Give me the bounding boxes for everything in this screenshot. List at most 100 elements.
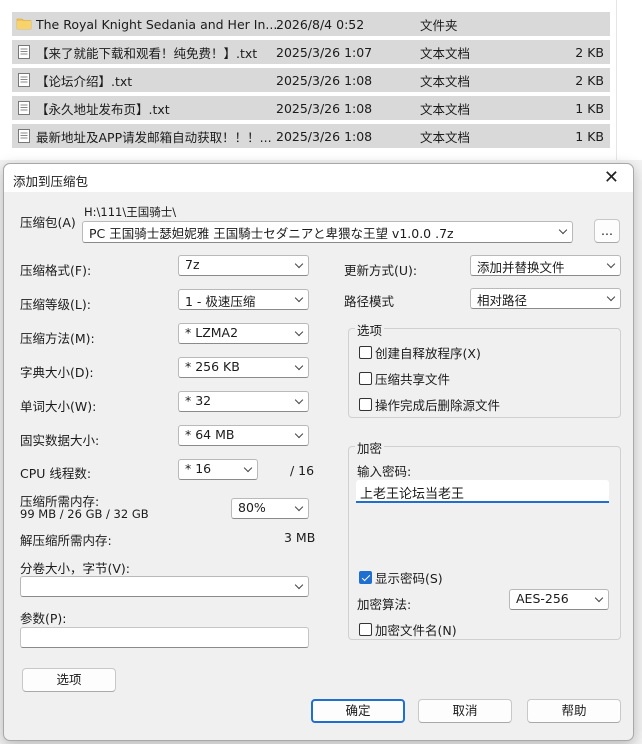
cancel-button[interactable]: 取消 bbox=[418, 699, 512, 723]
split-select[interactable] bbox=[20, 576, 309, 597]
checkbox-box[interactable] bbox=[359, 346, 372, 359]
checkbox-box[interactable] bbox=[359, 398, 372, 411]
format-value: 7z bbox=[185, 257, 200, 272]
word-select[interactable]: * 32 bbox=[178, 391, 309, 412]
file-row[interactable]: 【来了就能下载和观看！纯免费！】.txt 2025/3/26 1:07 文本文档… bbox=[12, 40, 610, 64]
options-group: 选项 创建自释放程序(X) 压缩共享文件 操作完成后删除源文件 bbox=[348, 320, 621, 418]
file-date: 2025/3/26 1:07 bbox=[276, 44, 373, 60]
file-row[interactable]: 【永久地址发布页】.txt 2025/3/26 1:08 文本文档 1 KB bbox=[12, 96, 610, 120]
chevron-down-icon bbox=[294, 329, 304, 339]
options-button[interactable]: 选项 bbox=[22, 668, 116, 692]
chevron-down-icon bbox=[558, 227, 568, 237]
encryption-group: 加密 输入密码: 显示密码(S) 加密算法: AES-256 加密文件名(N) bbox=[348, 438, 621, 640]
level-select[interactable]: 1 - 极速压缩 bbox=[178, 289, 309, 310]
decomp-value: 3 MB bbox=[284, 530, 316, 545]
cpu-select[interactable]: * 16 bbox=[178, 459, 258, 480]
file-date: 2025/3/26 1:08 bbox=[276, 100, 373, 116]
show-password-checkbox[interactable]: 显示密码(S) bbox=[359, 568, 443, 587]
text-file-icon bbox=[18, 73, 30, 87]
ok-button[interactable]: 确定 bbox=[311, 699, 405, 723]
file-type: 文本文档 bbox=[420, 129, 471, 145]
chevron-down-icon bbox=[294, 582, 304, 592]
solid-select[interactable]: * 64 MB bbox=[178, 425, 309, 446]
file-type: 文本文档 bbox=[420, 73, 471, 89]
close-icon[interactable]: ✕ bbox=[604, 167, 619, 188]
checkbox-box[interactable] bbox=[359, 623, 372, 636]
file-date: 2025/3/26 1:08 bbox=[276, 72, 373, 88]
solid-value: * 64 MB bbox=[185, 427, 235, 442]
file-type: 文本文档 bbox=[420, 101, 471, 117]
checkbox-box[interactable] bbox=[359, 372, 372, 385]
chevron-down-icon bbox=[594, 595, 604, 605]
archive-path: H:\111\王国骑士\ bbox=[84, 205, 177, 219]
method-label: 压缩方法(M): bbox=[20, 331, 95, 346]
format-select[interactable]: 7z bbox=[178, 255, 309, 276]
mem-percent-select[interactable]: 80% bbox=[231, 498, 309, 519]
level-label: 压缩等级(L): bbox=[20, 297, 91, 312]
update-label: 更新方式(U): bbox=[344, 263, 418, 278]
file-row[interactable]: 最新地址及APP请发邮箱自动获取！！！... 2025/3/26 1:08 文本… bbox=[12, 124, 610, 148]
options-group-title: 选项 bbox=[355, 320, 385, 339]
cpu-label: CPU 线程数: bbox=[20, 466, 92, 481]
enc-method-select[interactable]: AES-256 bbox=[509, 589, 609, 610]
encrypt-names-checkbox[interactable]: 加密文件名(N) bbox=[359, 620, 457, 639]
method-select[interactable]: * LZMA2 bbox=[178, 323, 309, 344]
file-row[interactable]: 【论坛介绍】.txt 2025/3/26 1:08 文本文档 2 KB bbox=[12, 68, 610, 92]
title-bar: 添加到压缩包 ✕ bbox=[4, 164, 633, 192]
archive-name-value: PC 王国骑士瑟妲妮雅 王国騎士セダニアと卑猥な王望 v1.0.0 .7z bbox=[89, 226, 454, 241]
help-button[interactable]: 帮助 bbox=[527, 699, 621, 723]
file-type: 文本文档 bbox=[420, 45, 471, 61]
solid-label: 固实数据大小: bbox=[20, 433, 100, 448]
file-date: 2026/8/4 0:52 bbox=[276, 16, 365, 32]
params-input[interactable] bbox=[20, 627, 309, 648]
update-select[interactable]: 添加并替换文件 bbox=[470, 255, 621, 276]
chevron-down-icon bbox=[294, 261, 304, 271]
file-type: 文件夹 bbox=[420, 17, 458, 33]
mem-percent-value: 80% bbox=[238, 500, 266, 515]
update-value: 添加并替换文件 bbox=[477, 260, 565, 275]
method-value: * LZMA2 bbox=[185, 325, 239, 340]
archive-name-combo[interactable]: PC 王国骑士瑟妲妮雅 王国騎士セダニアと卑猥な王望 v1.0.0 .7z bbox=[82, 221, 573, 243]
shared-label: 压缩共享文件 bbox=[375, 372, 451, 387]
archive-label: 压缩包(A) bbox=[20, 215, 76, 230]
file-date: 2025/3/26 1:08 bbox=[276, 128, 373, 144]
password-input[interactable]: 上老王论坛当老王 bbox=[356, 480, 609, 503]
file-size: 2 KB bbox=[575, 44, 604, 60]
file-list: The Royal Knight Sedania and Her In... 2… bbox=[0, 0, 642, 160]
pathmode-select[interactable]: 相对路径 bbox=[470, 288, 621, 309]
encryption-group-title: 加密 bbox=[355, 438, 385, 457]
browse-button[interactable]: ... bbox=[594, 219, 620, 243]
file-size: 1 KB bbox=[575, 100, 604, 116]
chevron-down-icon bbox=[606, 294, 616, 304]
dict-label: 字典大小(D): bbox=[20, 365, 94, 380]
scrollbar-strip bbox=[616, 0, 642, 160]
checkbox-checked[interactable] bbox=[359, 571, 372, 584]
pathmode-value: 相对路径 bbox=[477, 293, 528, 308]
chevron-down-icon bbox=[294, 397, 304, 407]
text-file-icon bbox=[18, 129, 30, 143]
sfx-checkbox[interactable]: 创建自释放程序(X) bbox=[359, 343, 481, 362]
chevron-down-icon bbox=[243, 465, 253, 475]
format-label: 压缩格式(F): bbox=[20, 263, 92, 278]
dialog-title: 添加到压缩包 bbox=[13, 174, 89, 189]
chevron-down-icon bbox=[606, 261, 616, 271]
enc-method-value: AES-256 bbox=[516, 591, 569, 606]
split-label: 分卷大小，字节(V): bbox=[20, 561, 131, 576]
file-size: 2 KB bbox=[575, 72, 604, 88]
dict-value: * 256 KB bbox=[185, 359, 240, 374]
encrypt-names-label: 加密文件名(N) bbox=[375, 623, 457, 638]
text-file-icon bbox=[18, 101, 30, 115]
file-size: 1 KB bbox=[575, 128, 604, 144]
text-file-icon bbox=[18, 45, 30, 59]
delete-source-checkbox[interactable]: 操作完成后删除源文件 bbox=[359, 395, 500, 414]
level-value: 1 - 极速压缩 bbox=[185, 294, 256, 309]
pathmode-label: 路径模式 bbox=[344, 294, 395, 309]
word-label: 单词大小(W): bbox=[20, 399, 97, 414]
password-label: 输入密码: bbox=[357, 464, 412, 479]
file-name: 【永久地址发布页】.txt bbox=[36, 101, 170, 117]
delete-source-label: 操作完成后删除源文件 bbox=[375, 398, 501, 413]
file-row[interactable]: The Royal Knight Sedania and Her In... 2… bbox=[12, 12, 610, 36]
dict-select[interactable]: * 256 KB bbox=[178, 357, 309, 378]
cpu-value: * 16 bbox=[185, 461, 212, 476]
shared-checkbox[interactable]: 压缩共享文件 bbox=[359, 369, 450, 388]
